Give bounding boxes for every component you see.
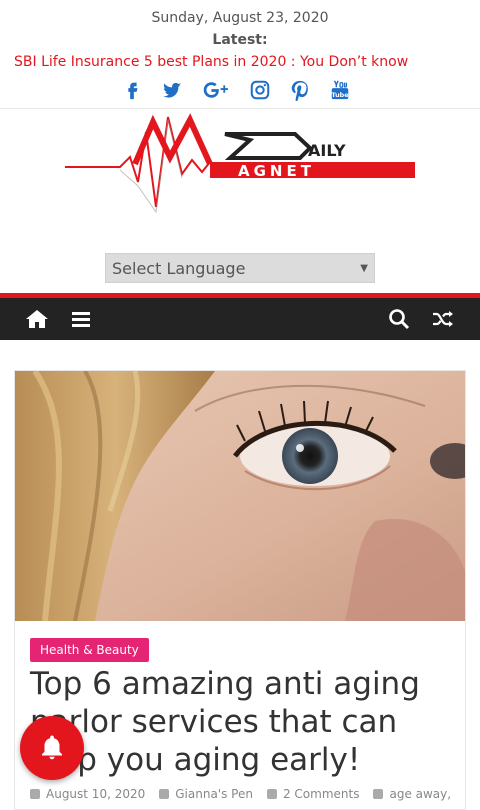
post-tags[interactable]: age away, <box>389 787 451 801</box>
facebook-icon[interactable] <box>120 78 144 102</box>
chevron-down-icon: ▼ <box>360 262 368 274</box>
post-date[interactable]: August 10, 2020 <box>46 787 145 801</box>
latest-news-link[interactable]: SBI Life Insurance 5 best Plans in 2020 … <box>14 54 408 70</box>
category-badge[interactable]: Health & Beauty <box>30 638 149 662</box>
home-icon[interactable] <box>14 298 60 340</box>
main-nav <box>0 293 480 340</box>
pinterest-icon[interactable] <box>288 78 312 102</box>
twitter-icon[interactable] <box>160 78 184 102</box>
logo-text-bottom: AGNET <box>238 162 315 180</box>
svg-text:Tube: Tube <box>331 91 349 99</box>
menu-icon[interactable] <box>58 298 104 340</box>
site-logo[interactable]: AILY AGNET <box>60 112 420 222</box>
post-title[interactable]: Top 6 amazing anti aging parlor services… <box>30 665 460 779</box>
current-date: Sunday, August 23, 2020 <box>151 10 329 26</box>
notification-bell-icon[interactable] <box>20 716 84 780</box>
latest-label: Latest: <box>212 32 268 48</box>
language-select[interactable]: Select Language ▼ <box>105 253 375 283</box>
search-icon[interactable] <box>376 298 422 340</box>
youtube-icon[interactable]: Tube <box>328 78 352 102</box>
google-plus-icon[interactable] <box>200 78 232 102</box>
post-featured-image[interactable] <box>15 371 465 621</box>
instagram-icon[interactable] <box>248 78 272 102</box>
post-author[interactable]: Gianna's Pen <box>175 787 253 801</box>
language-select-value: Select Language <box>112 258 246 278</box>
user-icon <box>159 789 170 799</box>
top-bar: Sunday, August 23, 2020 Latest: SBI Life… <box>0 0 480 109</box>
calendar-icon <box>30 789 40 799</box>
shuffle-icon[interactable] <box>420 298 466 340</box>
social-links: Tube <box>120 78 352 102</box>
post-comments[interactable]: 2 Comments <box>283 787 360 801</box>
comment-icon <box>266 789 277 799</box>
logo-text-top: AILY <box>308 141 346 160</box>
tag-icon <box>373 789 384 799</box>
post-meta: August 10, 2020 Gianna's Pen 2 Comments … <box>30 787 460 801</box>
